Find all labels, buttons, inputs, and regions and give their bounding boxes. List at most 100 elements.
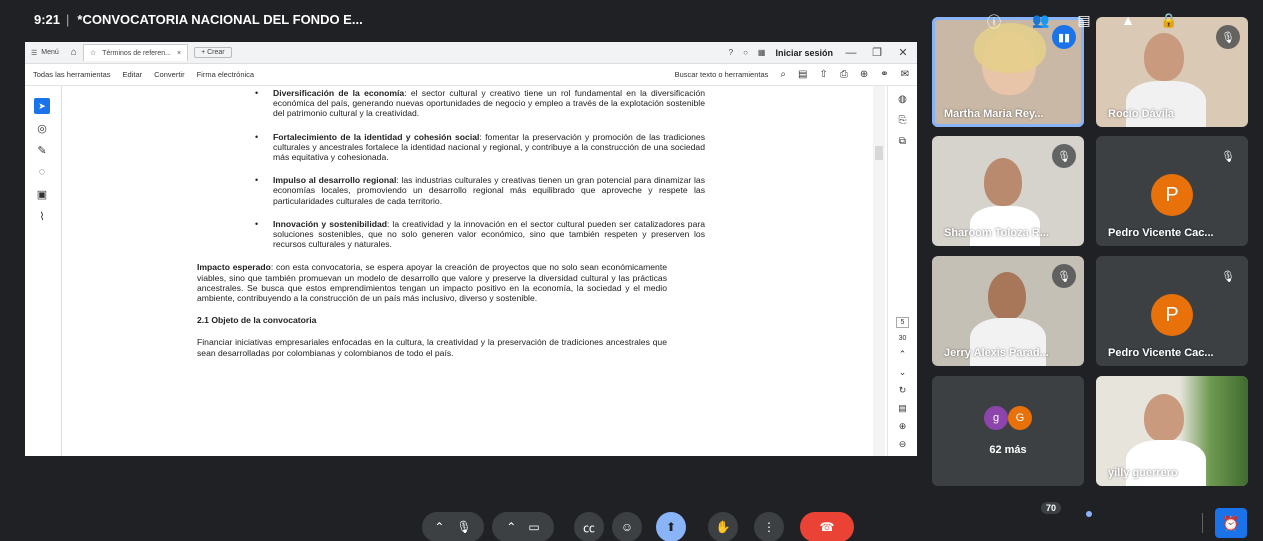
upload-icon[interactable]: ⇧ xyxy=(819,69,827,80)
camera-icon[interactable]: ▭ xyxy=(528,520,539,534)
pen-icon[interactable]: ✎ xyxy=(34,142,50,158)
section-heading: 2.1 Objeto de la convocatoria xyxy=(197,315,317,326)
document-tab[interactable]: ☆ Términos de referen... × xyxy=(82,44,189,61)
more-options-button[interactable]: ⋮ xyxy=(754,512,784,541)
muted-mic-icon: 🎙 xyxy=(1052,144,1076,168)
present-button[interactable]: ⬆ xyxy=(656,512,686,541)
muted-mic-icon: 🎙 xyxy=(1216,144,1240,168)
star-icon[interactable]: ☆ xyxy=(90,49,96,57)
copy-icon[interactable]: ⧉ xyxy=(899,136,906,147)
people-icon[interactable]: 👥 xyxy=(1030,12,1052,29)
captions-button[interactable]: ㏄ xyxy=(574,512,604,541)
impact-label: Impacto esperado xyxy=(197,262,271,273)
mic-icon[interactable]: 🎙 xyxy=(456,520,471,534)
timer-button[interactable]: ⏰ xyxy=(1215,508,1247,538)
comment-icon[interactable]: ◎ xyxy=(34,120,50,136)
search-icon[interactable]: ⌕ xyxy=(780,69,786,80)
toolbar-edit[interactable]: Editar xyxy=(123,70,143,79)
participant-name: Jerry Alexis Parad... xyxy=(944,347,1049,359)
comment-panel-icon[interactable]: ◍ xyxy=(898,94,907,105)
zoom-icon[interactable]: ⊕ xyxy=(860,69,868,80)
page-down-icon[interactable]: ⌄ xyxy=(899,367,907,378)
pdf-content: ➤ ◎ ✎ ◌ ▣ ⌇ Diversificación de la econom… xyxy=(25,86,917,456)
participant-tile-pedro-2[interactable]: P 🎙 Pedro Vicente Cac... xyxy=(1096,256,1248,366)
emoji-icon: ☺ xyxy=(620,520,634,534)
info-icon[interactable]: ⓘ xyxy=(983,12,1005,32)
document-scrollbar[interactable] xyxy=(873,86,885,456)
home-icon[interactable]: ⌂ xyxy=(71,47,77,58)
zoom-out-icon[interactable]: ⊖ xyxy=(899,439,907,450)
participant-body xyxy=(1126,81,1206,127)
bullet-title: Diversificación de la economía xyxy=(273,88,405,98)
search-tools-field[interactable]: Buscar texto o herramientas xyxy=(675,70,769,79)
chevron-up-icon[interactable]: ⌃ xyxy=(506,520,516,534)
help-icon[interactable]: ? xyxy=(729,48,733,57)
microphone-control[interactable]: ⌃ 🎙 xyxy=(422,512,484,541)
participant-tile-jerry[interactable]: 🎙 Jerry Alexis Parad... xyxy=(932,256,1084,366)
raise-hand-button[interactable]: ✋ xyxy=(708,512,738,541)
current-page-field[interactable]: 5 xyxy=(895,317,910,328)
tab-close-icon[interactable]: × xyxy=(177,50,181,57)
notifications-icon[interactable]: ○ xyxy=(743,48,748,57)
meeting-title: | *CONVOCATORIA NACIONAL DEL FONDO E... xyxy=(66,12,363,27)
toolbar-esign[interactable]: Firma electrónica xyxy=(197,70,255,79)
clock: 9:21 xyxy=(34,12,61,27)
rotate-icon[interactable]: ↻ xyxy=(899,385,907,396)
host-controls-icon[interactable]: 🔒 xyxy=(1158,12,1180,29)
participant-name: Pedro Vicente Cac... xyxy=(1108,347,1214,359)
bullet-title: Innovación y sostenibilidad xyxy=(273,218,387,229)
stamp-icon[interactable]: ⌇ xyxy=(34,208,50,224)
participant-name: Rocío Dávila xyxy=(1108,108,1175,120)
toolbar-convert[interactable]: Convertir xyxy=(154,70,184,79)
hamburger-menu-icon[interactable]: ☰ xyxy=(31,49,37,57)
save-icon[interactable]: ▤ xyxy=(898,403,907,414)
participant-name: Pedro Vicente Cac... xyxy=(1108,227,1214,239)
participant-avatar: g xyxy=(984,406,1008,430)
participant-tile-rocio[interactable]: 🎙 Rocío Dávila xyxy=(1096,17,1248,127)
chat-icon[interactable]: ▤ xyxy=(1073,12,1095,29)
page-up-icon[interactable]: ⌃ xyxy=(899,349,907,360)
participant-tile-pedro-1[interactable]: P 🎙 Pedro Vicente Cac... xyxy=(1096,136,1248,246)
export-icon[interactable]: ⎘ xyxy=(898,115,906,126)
more-participants-tile[interactable]: g G 62 más xyxy=(932,376,1084,486)
chevron-up-icon[interactable]: ⌃ xyxy=(434,520,444,534)
activities-icon[interactable]: ▲ xyxy=(1117,12,1139,28)
minimize-icon[interactable]: — xyxy=(843,47,859,59)
right-panel: ◍ ⎘ ⧉ 5 30 ⌃ ⌄ ↻ ▤ ⊕ ⊖ xyxy=(887,86,917,456)
text-box-icon[interactable]: ▣ xyxy=(34,186,50,202)
muted-mic-icon: 🎙 xyxy=(1216,264,1240,288)
impact-paragraph: Impacto esperado: con esta convocatoria,… xyxy=(197,262,667,303)
select-cursor-icon[interactable]: ➤ xyxy=(34,98,50,114)
participant-count-badge: 70 xyxy=(1041,502,1062,514)
login-button[interactable]: Iniciar sesión xyxy=(775,48,833,58)
maximize-icon[interactable]: ❐ xyxy=(869,46,885,59)
new-tab-button[interactable]: + Crear xyxy=(194,47,232,58)
bullet-title: Fortalecimiento de la identidad y cohesi… xyxy=(273,131,480,142)
mail-icon[interactable]: ✉ xyxy=(901,69,909,80)
list-item: Diversificación de la economía: el secto… xyxy=(235,88,705,119)
participant-avatar: P xyxy=(1151,174,1193,216)
zoom-in-icon[interactable]: ⊕ xyxy=(899,421,907,432)
close-window-icon[interactable]: ✕ xyxy=(895,46,911,59)
menu-label[interactable]: Menú xyxy=(41,49,59,56)
participant-tile-sharoom[interactable]: 🎙 Sharoom Toloza R... xyxy=(932,136,1084,246)
reactions-button[interactable]: ☺ xyxy=(612,512,642,541)
print-icon[interactable]: ⎙ xyxy=(840,69,848,80)
toolbar-all-tools[interactable]: Todas las herramientas xyxy=(33,70,111,79)
participant-tile-martha[interactable]: ▮▮ Martha Maria Rey... xyxy=(932,17,1084,127)
scrollbar-thumb[interactable] xyxy=(875,146,883,160)
list-item: Fortalecimiento de la identidad y cohesi… xyxy=(235,132,705,163)
left-tools: ➤ ◎ ✎ ◌ ▣ ⌇ xyxy=(31,98,53,224)
lasso-icon[interactable]: ◌ xyxy=(34,164,50,180)
link-icon[interactable]: ⚭ xyxy=(880,69,888,80)
alarm-clock-icon: ⏰ xyxy=(1222,514,1240,531)
participant-avatar: G xyxy=(1008,406,1032,430)
document-icon[interactable]: ▤ xyxy=(798,69,807,80)
hang-up-button[interactable]: ☎ xyxy=(800,512,854,541)
camera-control[interactable]: ⌃ ▭ xyxy=(492,512,554,541)
apps-grid-icon[interactable]: ▦ xyxy=(758,48,766,57)
participant-name: Martha Maria Rey... xyxy=(944,108,1044,120)
left-divider xyxy=(61,86,62,456)
meeting-name: *CONVOCATORIA NACIONAL DEL FONDO E... xyxy=(77,12,363,27)
participant-tile-yilly[interactable]: yilly guerrero xyxy=(1096,376,1248,486)
